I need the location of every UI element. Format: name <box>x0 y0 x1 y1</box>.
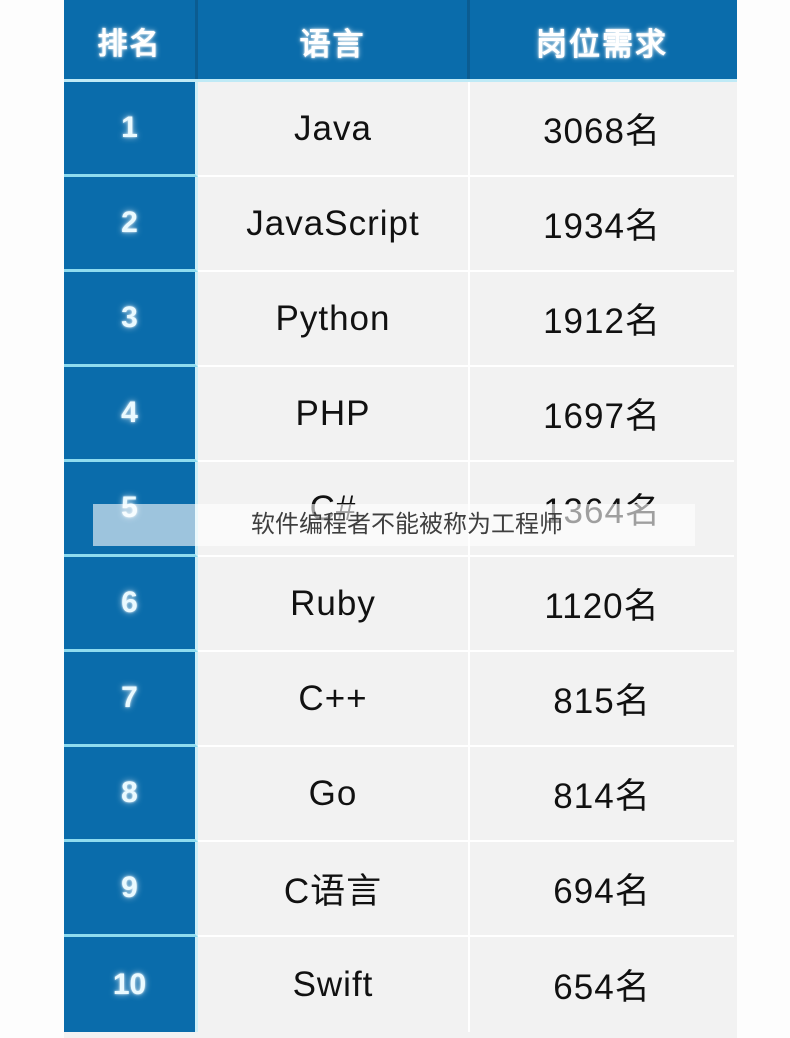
cell-demand: 1120名 <box>470 557 734 652</box>
table-row: 4 PHP 1697名 <box>64 367 737 462</box>
cell-demand: 814名 <box>470 747 734 842</box>
column-header-demand: 岗位需求 <box>536 26 668 62</box>
table-row: 6 Ruby 1120名 <box>64 557 737 652</box>
table-header-row: 排名 语言 岗位需求 <box>64 0 737 82</box>
language-demand-table: 排名 语言 岗位需求 1 Java 3068名 2 JavaScript 193… <box>64 0 737 1038</box>
cell-rank: 1 <box>64 82 198 177</box>
cell-rank: 6 <box>64 557 198 652</box>
cell-rank: 5 <box>64 462 198 557</box>
column-header-rank: 排名 <box>64 0 198 82</box>
cell-language: JavaScript <box>198 177 470 272</box>
table-row: 7 C++ 815名 <box>64 652 737 747</box>
cell-demand: 1934名 <box>470 177 734 272</box>
cell-demand: 1912名 <box>470 272 734 367</box>
cell-language: PHP <box>198 367 470 462</box>
table-row: 9 C语言 694名 <box>64 842 737 937</box>
cell-language: C++ <box>198 652 470 747</box>
cell-rank: 9 <box>64 842 198 937</box>
cell-demand: 654名 <box>470 937 734 1032</box>
table-row: 3 Python 1912名 <box>64 272 737 367</box>
table-row: 8 Go 814名 <box>64 747 737 842</box>
cell-language: Python <box>198 272 470 367</box>
cell-rank: 8 <box>64 747 198 842</box>
cell-rank: 4 <box>64 367 198 462</box>
table-row: 5 C# 1364名 <box>64 462 737 557</box>
cell-demand: 815名 <box>470 652 734 747</box>
table-body: 1 Java 3068名 2 JavaScript 1934名 3 Python… <box>64 82 737 1032</box>
table-row: 2 JavaScript 1934名 <box>64 177 737 272</box>
cell-demand: 3068名 <box>470 82 734 177</box>
column-header-language: 语言 <box>198 0 470 82</box>
cell-rank: 7 <box>64 652 198 747</box>
cell-rank: 3 <box>64 272 198 367</box>
cell-language: Swift <box>198 937 470 1032</box>
cell-rank: 10 <box>64 937 198 1032</box>
cell-language: C# <box>198 462 470 557</box>
cell-language: Java <box>198 82 470 177</box>
screenshot-root: 排名 语言 岗位需求 1 Java 3068名 2 JavaScript 193… <box>0 0 790 1038</box>
cell-language: Ruby <box>198 557 470 652</box>
table-row: 1 Java 3068名 <box>64 82 737 177</box>
cell-language: Go <box>198 747 470 842</box>
cell-language: C语言 <box>198 842 470 937</box>
cell-demand: 694名 <box>470 842 734 937</box>
cell-demand: 1697名 <box>470 367 734 462</box>
cell-demand: 1364名 <box>470 462 734 557</box>
cell-rank: 2 <box>64 177 198 272</box>
table-row: 10 Swift 654名 <box>64 937 737 1032</box>
